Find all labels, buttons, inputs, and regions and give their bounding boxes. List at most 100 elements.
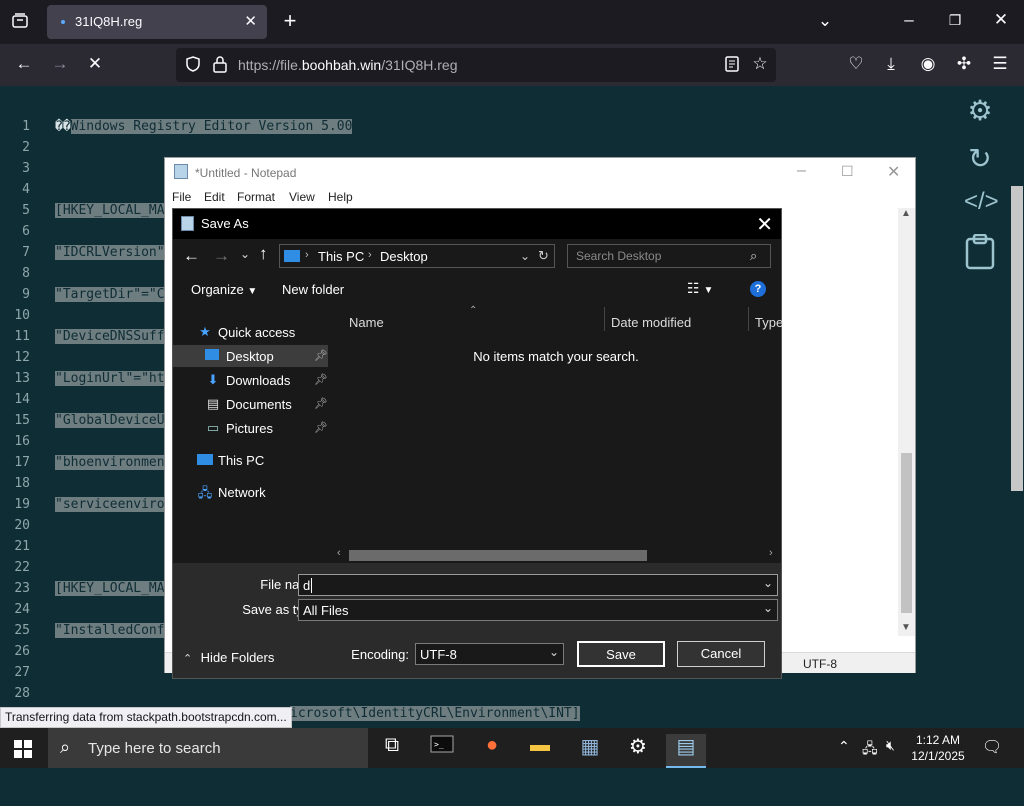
- menu-icon[interactable]: ☰: [989, 54, 1011, 74]
- window-close-icon[interactable]: ✕: [990, 10, 1012, 30]
- chevron-down-icon[interactable]: ⌄: [549, 645, 559, 659]
- network-app-icon[interactable]: ▦: [570, 734, 610, 762]
- notifications-icon[interactable]: 🗨︎: [982, 737, 1002, 757]
- tab-active[interactable]: 31IQ8H.reg ✕: [47, 5, 267, 39]
- search-icon[interactable]: ⌕: [750, 248, 757, 264]
- downloads-icon[interactable]: ⤓: [880, 54, 902, 74]
- scrollbar-thumb[interactable]: [1011, 186, 1023, 491]
- crumb-this-pc[interactable]: This PC: [318, 249, 364, 264]
- file-explorer-icon[interactable]: ▬: [520, 734, 560, 762]
- help-icon[interactable]: ?: [750, 281, 766, 297]
- forward-icon[interactable]: →: [213, 246, 230, 266]
- view-options-icon[interactable]: ☷ ▼: [687, 280, 713, 297]
- show-hidden-icons-chevron-icon[interactable]: ⌃: [838, 738, 850, 755]
- terminal-icon[interactable]: >_: [422, 734, 462, 762]
- scroll-left-icon[interactable]: ‹: [337, 547, 341, 559]
- nav-pictures[interactable]: ▭ Pictures 📌︎: [173, 417, 328, 439]
- back-icon[interactable]: ←: [13, 54, 35, 74]
- address-dropdown-icon[interactable]: ⌄: [520, 249, 530, 263]
- system-clock[interactable]: 1:12 AM 12/1/2025: [906, 732, 970, 764]
- bookmark-star-icon[interactable]: ☆: [749, 54, 771, 74]
- save-as-dialog[interactable]: Save As ✕ ← → ⌄ ↑ › This PC › Desktop ⌄ …: [172, 208, 783, 679]
- nav-quick-access[interactable]: ★ Quick access: [173, 321, 328, 343]
- scroll-up-icon[interactable]: ▲: [901, 208, 911, 219]
- chevron-down-icon[interactable]: ⌄: [763, 576, 773, 590]
- network-status-icon[interactable]: 🖧︎: [862, 738, 878, 762]
- notepad-taskbar-icon[interactable]: ▤: [666, 734, 706, 768]
- task-view-icon[interactable]: ⧉: [372, 734, 412, 762]
- pocket-icon[interactable]: ♡: [845, 54, 867, 74]
- firefox-icon[interactable]: ●: [472, 734, 512, 762]
- scroll-down-icon[interactable]: ▼: [901, 622, 911, 633]
- column-type[interactable]: Type: [755, 315, 783, 330]
- save-button[interactable]: Save: [577, 641, 665, 667]
- reader-view-icon[interactable]: [721, 55, 743, 78]
- tracking-protection-icon[interactable]: [182, 55, 204, 78]
- crumb-desktop[interactable]: Desktop: [380, 249, 428, 264]
- search-box[interactable]: Search Desktop ⌕: [567, 244, 771, 268]
- scrollbar-thumb[interactable]: [349, 550, 647, 561]
- account-icon[interactable]: ◉: [917, 54, 939, 74]
- page-scrollbar[interactable]: [1008, 186, 1024, 806]
- nav-network[interactable]: 🖧︎ Network: [173, 481, 328, 503]
- menu-format[interactable]: Format: [237, 190, 275, 204]
- refresh-icon[interactable]: ↻: [538, 248, 549, 264]
- code-icon[interactable]: </>: [964, 188, 999, 220]
- navigation-pane: ★ Quick access Desktop 📌︎ ⬇ Downloads 📌︎…: [173, 305, 331, 563]
- nav-this-pc[interactable]: This PC: [173, 449, 328, 471]
- new-folder-button[interactable]: New folder: [282, 282, 344, 297]
- nav-desktop[interactable]: Desktop 📌︎: [173, 345, 328, 367]
- maximize-icon[interactable]: ☐: [841, 163, 854, 180]
- chevron-down-icon[interactable]: ⌄: [763, 601, 773, 615]
- column-date-modified[interactable]: Date modified: [611, 315, 691, 330]
- up-icon[interactable]: ↑: [259, 244, 268, 264]
- dialog-titlebar[interactable]: Save As ✕: [173, 209, 781, 239]
- close-icon[interactable]: ✕: [887, 162, 900, 182]
- taskbar-search[interactable]: ⌕ Type here to search: [48, 728, 368, 768]
- cancel-button[interactable]: Cancel: [677, 641, 765, 667]
- notepad-scrollbar[interactable]: ▲ ▼: [898, 208, 915, 636]
- menu-help[interactable]: Help: [328, 190, 353, 204]
- hide-folders-button[interactable]: ⌃ Hide Folders: [183, 649, 274, 667]
- nav-downloads[interactable]: ⬇ Downloads 📌︎: [173, 369, 328, 391]
- menu-edit[interactable]: Edit: [204, 190, 225, 204]
- tab-close-icon[interactable]: ✕: [244, 12, 257, 30]
- horizontal-scrollbar[interactable]: ‹ ›: [333, 547, 781, 563]
- url-bar[interactable]: https://file.boohbah.win/31IQ8H.reg ☆: [176, 48, 776, 82]
- nav-documents[interactable]: ▤ Documents 📌︎: [173, 393, 328, 415]
- file-name-input[interactable]: d ⌄: [298, 574, 778, 596]
- list-all-tabs-icon[interactable]: ⌄: [814, 11, 836, 31]
- volume-muted-icon[interactable]: 🔇︎: [886, 737, 895, 754]
- close-icon[interactable]: ✕: [756, 212, 773, 237]
- stop-loading-icon[interactable]: ✕: [84, 54, 106, 74]
- back-icon[interactable]: ←: [183, 246, 200, 266]
- scroll-right-icon[interactable]: ›: [769, 547, 773, 559]
- extensions-icon[interactable]: ✣: [953, 54, 975, 74]
- address-bar[interactable]: › This PC › Desktop ⌄ ↻: [279, 244, 555, 268]
- forward-icon[interactable]: →: [49, 54, 71, 74]
- menu-view[interactable]: View: [289, 190, 315, 204]
- file-list[interactable]: Name ⌃ Date modified Type No items match…: [331, 305, 783, 563]
- clipboard-icon[interactable]: [964, 233, 996, 270]
- url-text[interactable]: https://file.boohbah.win/31IQ8H.reg: [238, 57, 457, 73]
- recent-locations-icon[interactable]: ⌄: [240, 247, 250, 261]
- windows-start-icon[interactable]: [14, 740, 32, 763]
- minimize-icon[interactable]: –: [797, 162, 806, 180]
- settings-gear-icon[interactable]: ⚙: [964, 94, 996, 126]
- dialog-toolbar: Organize ▼ New folder ☷ ▼ ?: [173, 275, 781, 305]
- column-name[interactable]: Name: [349, 315, 384, 330]
- scrollbar-thumb[interactable]: [901, 453, 912, 613]
- minimize-icon[interactable]: –: [898, 10, 920, 30]
- tab-overview-icon[interactable]: [9, 12, 31, 35]
- notepad-titlebar[interactable]: *Untitled - Notepad – ☐ ✕: [165, 158, 915, 187]
- menu-file[interactable]: File: [172, 190, 191, 204]
- encoding-select[interactable]: UTF-8 ⌄: [415, 643, 564, 665]
- restore-icon[interactable]: ❐: [944, 10, 966, 30]
- organize-button[interactable]: Organize ▼: [191, 282, 257, 297]
- lock-icon[interactable]: [209, 55, 231, 78]
- settings-gear-icon[interactable]: ⚙: [618, 734, 658, 762]
- refresh-icon[interactable]: ↻: [964, 142, 996, 174]
- new-tab-icon[interactable]: +: [279, 10, 301, 32]
- save-type-select[interactable]: All Files ⌄: [298, 599, 778, 621]
- nav-label: Quick access: [218, 325, 296, 340]
